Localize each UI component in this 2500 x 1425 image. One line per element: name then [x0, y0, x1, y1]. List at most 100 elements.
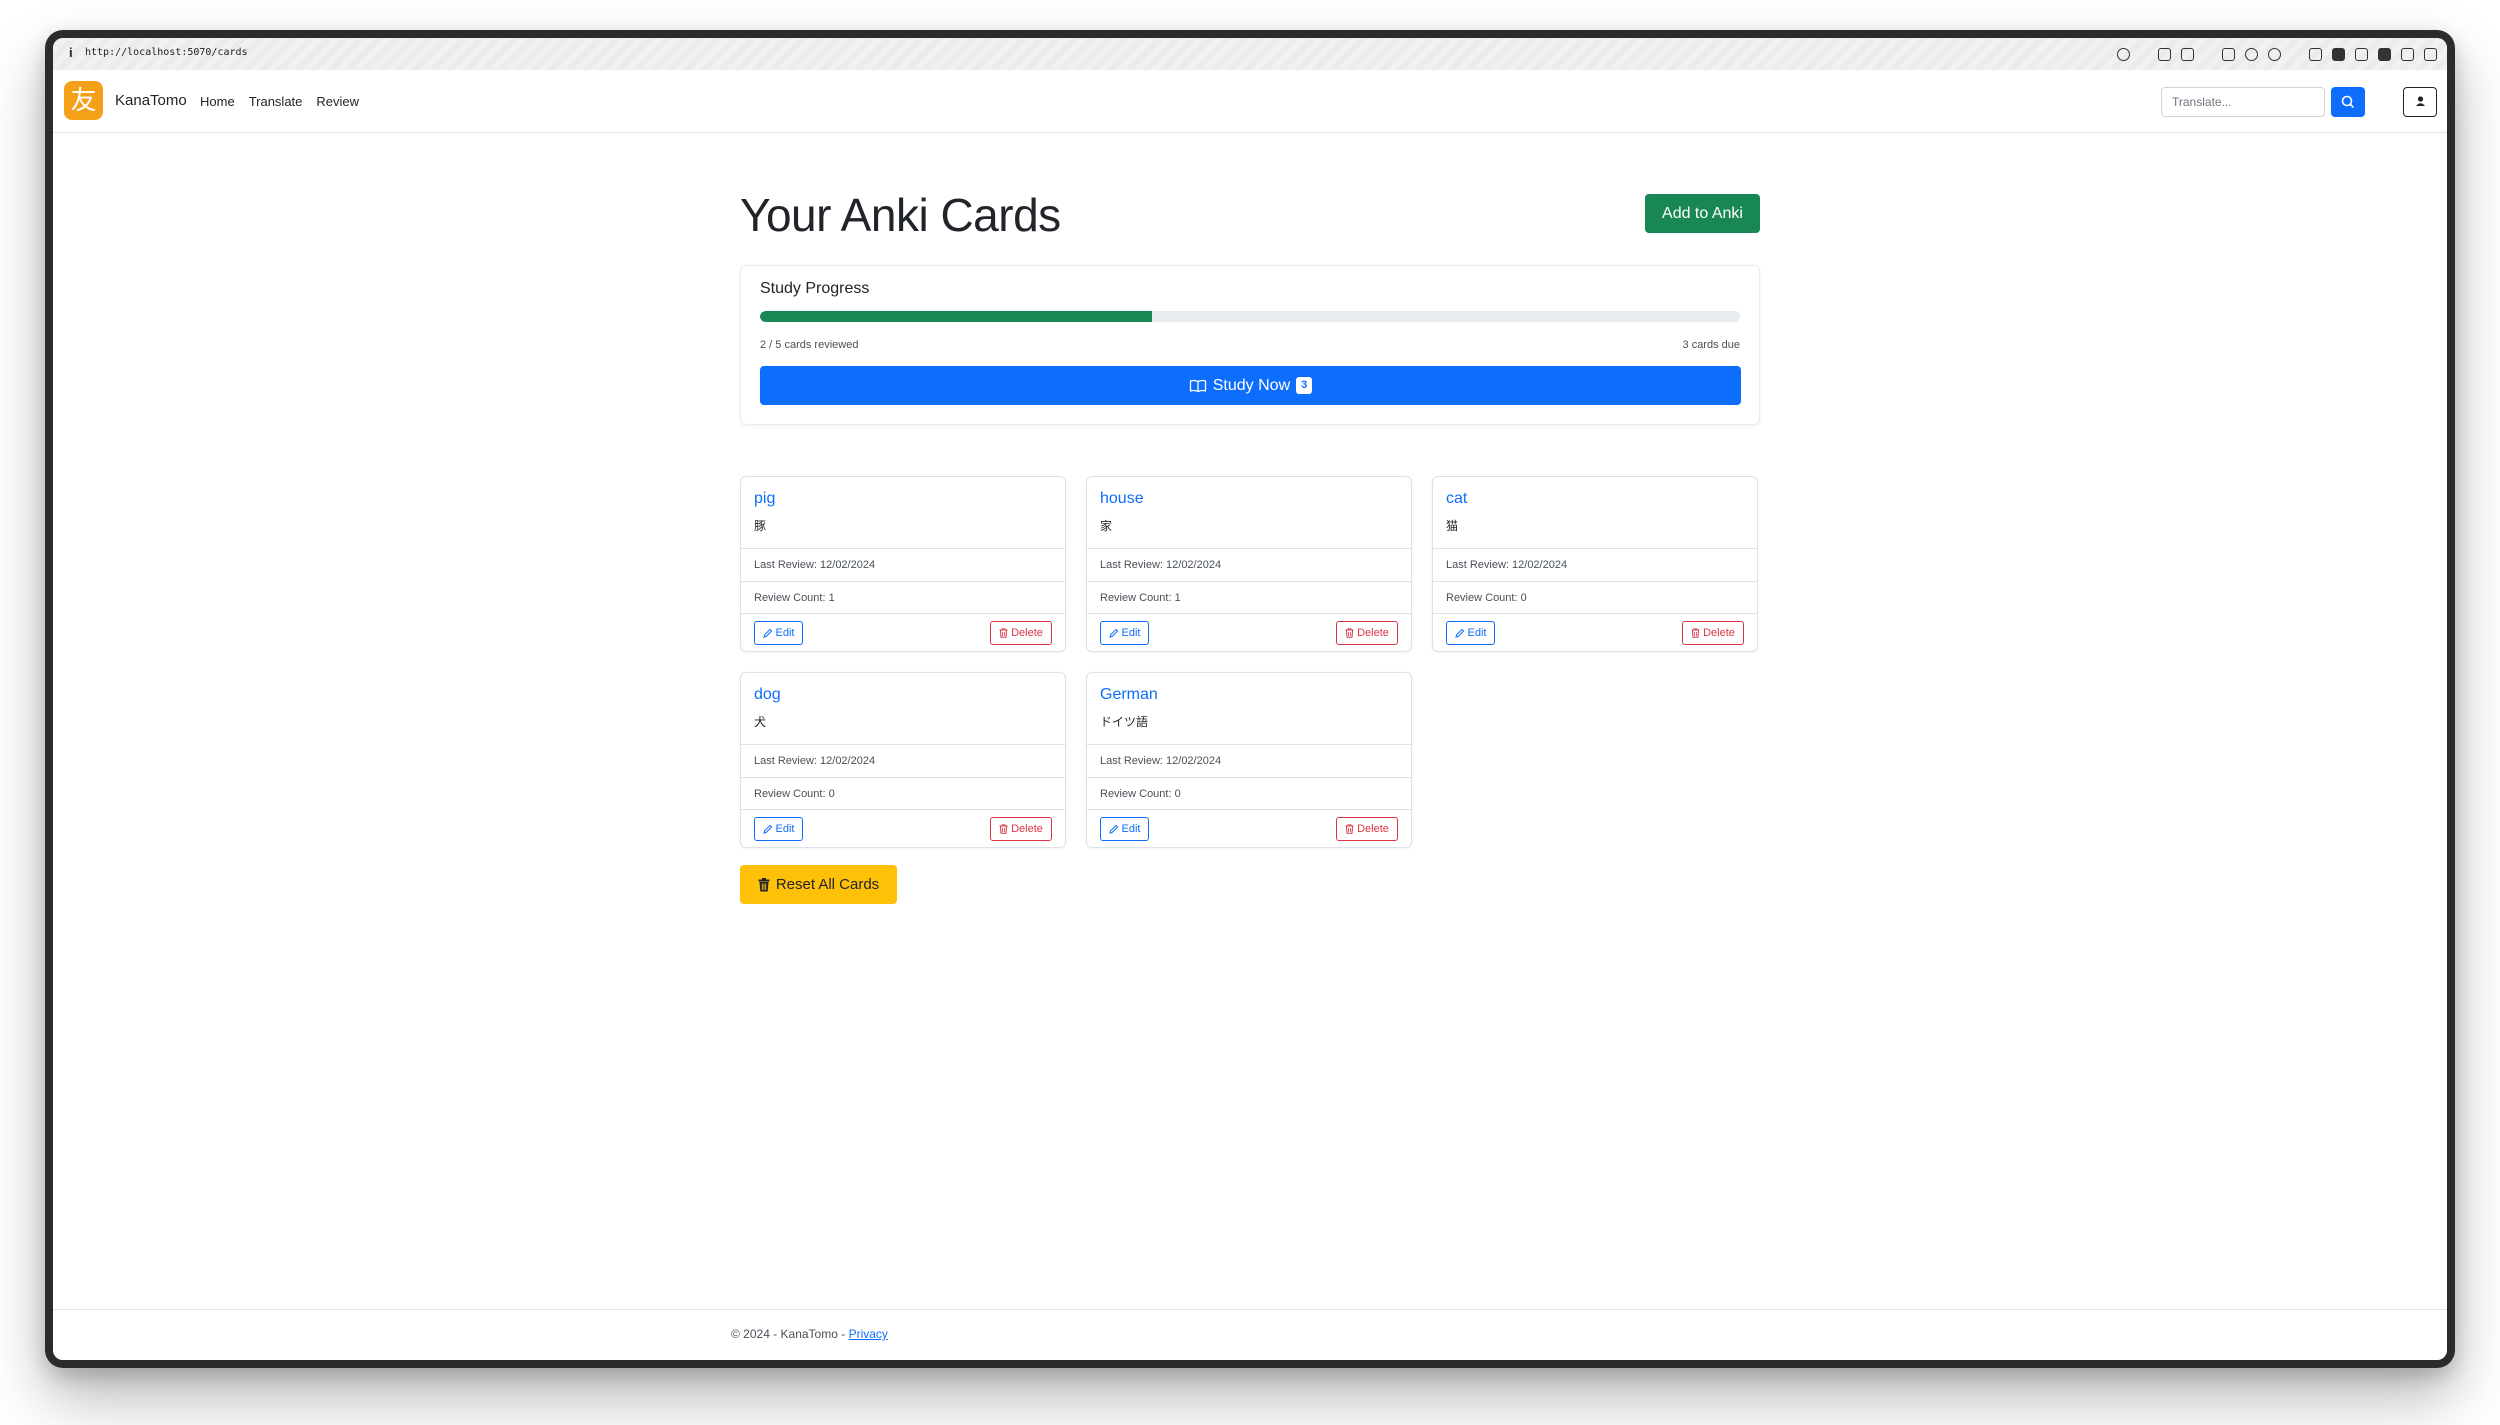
study-now-label: Study Now: [1212, 376, 1291, 394]
study-progress-card: Study Progress 2 / 5 cards reviewed 3 ca…: [740, 265, 1760, 425]
edit-card-button[interactable]: Edit: [754, 621, 803, 645]
delete-card-button[interactable]: Delete: [990, 817, 1052, 841]
pencil-icon: [1454, 628, 1464, 638]
card-word[interactable]: pig: [754, 490, 775, 508]
card-divider: [1433, 548, 1757, 549]
edit-card-button[interactable]: Edit: [1100, 621, 1149, 645]
delete-card-label: Delete: [1011, 823, 1043, 835]
progress-title: Study Progress: [760, 280, 870, 297]
delete-card-button[interactable]: Delete: [990, 621, 1052, 645]
edit-card-label: Edit: [1467, 627, 1487, 639]
card-last-review: Last Review: 12/02/2024: [754, 755, 876, 767]
search-button[interactable]: [2331, 87, 2365, 117]
trash-icon: [1345, 824, 1354, 834]
code-icon[interactable]: [2309, 47, 2322, 61]
due-count-badge: 3: [1296, 377, 1313, 394]
url-text[interactable]: http://localhost:5070/cards: [85, 47, 248, 58]
add-to-anki-button[interactable]: Add to Anki: [1645, 194, 1760, 233]
nav-link-home[interactable]: Home: [200, 94, 235, 109]
card-last-review: Last Review: 12/02/2024: [1446, 559, 1568, 571]
translate-search-input[interactable]: [2161, 87, 2325, 117]
delete-card-button[interactable]: Delete: [1682, 621, 1744, 645]
app-navbar: 友 KanaTomo Home Translate Review: [53, 70, 2447, 133]
study-now-button[interactable]: Study Now 3: [760, 366, 1741, 405]
edit-card-button[interactable]: Edit: [1100, 817, 1149, 841]
card-translation: 家: [1100, 519, 1113, 533]
globe-icon[interactable]: [2245, 47, 2258, 61]
card-word[interactable]: house: [1100, 490, 1144, 508]
delete-card-button[interactable]: Delete: [1336, 817, 1398, 841]
kanatomo-logo[interactable]: 友: [64, 81, 103, 120]
card-word[interactable]: cat: [1446, 490, 1467, 508]
pencil-icon: [1108, 628, 1118, 638]
nav-links: Home Translate Review: [200, 94, 359, 109]
extension-icon[interactable]: [2332, 47, 2345, 61]
trash-icon: [1691, 628, 1700, 638]
pencil-icon: [1108, 824, 1118, 834]
edit-card-label: Edit: [1121, 627, 1141, 639]
delete-card-label: Delete: [1357, 627, 1389, 639]
cards-reviewed-text: 2 / 5 cards reviewed: [760, 339, 859, 351]
vocab-card: pig 豚 Last Review: 12/02/2024 Review Count:…: [740, 476, 1066, 652]
translate-extension-icon[interactable]: [2355, 47, 2368, 61]
link-icon[interactable]: [2117, 47, 2130, 61]
delete-card-label: Delete: [1703, 627, 1735, 639]
user-menu-button[interactable]: [2403, 87, 2437, 117]
card-divider: [741, 613, 1065, 614]
footer-copyright: © 2024 - KanaTomo - Privacy: [731, 1327, 888, 1341]
card-translation: 猫: [1446, 519, 1459, 533]
privacy-link[interactable]: Privacy: [849, 1327, 888, 1341]
footer-text: © 2024 - KanaTomo -: [731, 1327, 849, 1341]
nav-link-translate[interactable]: Translate: [249, 94, 303, 109]
cards-due-text: 3 cards due: [1682, 339, 1740, 351]
card-review-count: Review Count: 0: [1100, 788, 1181, 800]
card-divider: [1087, 809, 1411, 810]
pencil-icon: [762, 628, 772, 638]
trash-icon: [999, 628, 1008, 638]
book-icon: [1189, 379, 1206, 392]
vocab-card: house 家 Last Review: 12/02/2024 Review Coun…: [1086, 476, 1412, 652]
delete-card-label: Delete: [1011, 627, 1043, 639]
reader-icon[interactable]: [2378, 47, 2391, 61]
progress-bar: [760, 311, 1740, 322]
card-last-review: Last Review: 12/02/2024: [1100, 755, 1222, 767]
delete-card-label: Delete: [1357, 823, 1389, 835]
card-word[interactable]: German: [1100, 686, 1158, 704]
target-icon[interactable]: [2268, 47, 2281, 61]
trash-icon: [1345, 628, 1354, 638]
delete-card-button[interactable]: Delete: [1336, 621, 1398, 645]
card-divider: [1087, 777, 1411, 778]
sidebar-panel-icon[interactable]: [2222, 47, 2235, 61]
vocab-card: dog 犬 Last Review: 12/02/2024 Review Count:…: [740, 672, 1066, 848]
card-divider: [741, 744, 1065, 745]
card-translation: 犬: [754, 715, 767, 729]
card-divider: [1087, 548, 1411, 549]
browser-url-bar[interactable]: i http://localhost:5070/cards: [53, 38, 2447, 71]
card-word[interactable]: dog: [754, 686, 781, 704]
browser-viewport: i http://localhost:5070/cards 友 KanaTomo…: [53, 38, 2447, 1360]
screenshot-icon[interactable]: [2158, 47, 2171, 61]
page-title: Your Anki Cards: [740, 189, 1061, 241]
edit-card-label: Edit: [1121, 823, 1141, 835]
card-divider: [741, 581, 1065, 582]
camera-icon[interactable]: [2181, 47, 2194, 61]
reset-all-cards-label: Reset All Cards: [775, 876, 880, 893]
brand-name-link[interactable]: KanaTomo: [115, 92, 187, 109]
reset-all-cards-button[interactable]: Reset All Cards: [740, 865, 897, 904]
card-translation: 豚: [754, 519, 767, 533]
edit-card-label: Edit: [775, 627, 795, 639]
card-review-count: Review Count: 1: [754, 592, 835, 604]
card-review-count: Review Count: 1: [1100, 592, 1181, 604]
edit-card-button[interactable]: Edit: [1446, 621, 1495, 645]
nav-link-review[interactable]: Review: [316, 94, 359, 109]
edit-card-button[interactable]: Edit: [754, 817, 803, 841]
card-divider: [1087, 744, 1411, 745]
progress-bar-fill: [760, 311, 1152, 322]
search-icon: [2341, 95, 2354, 108]
site-info-icon[interactable]: i: [69, 45, 73, 60]
trash-extension-icon[interactable]: [2401, 47, 2414, 61]
edit-card-label: Edit: [775, 823, 795, 835]
card-review-count: Review Count: 0: [754, 788, 835, 800]
split-view-icon[interactable]: [2424, 47, 2437, 61]
card-divider: [1433, 613, 1757, 614]
